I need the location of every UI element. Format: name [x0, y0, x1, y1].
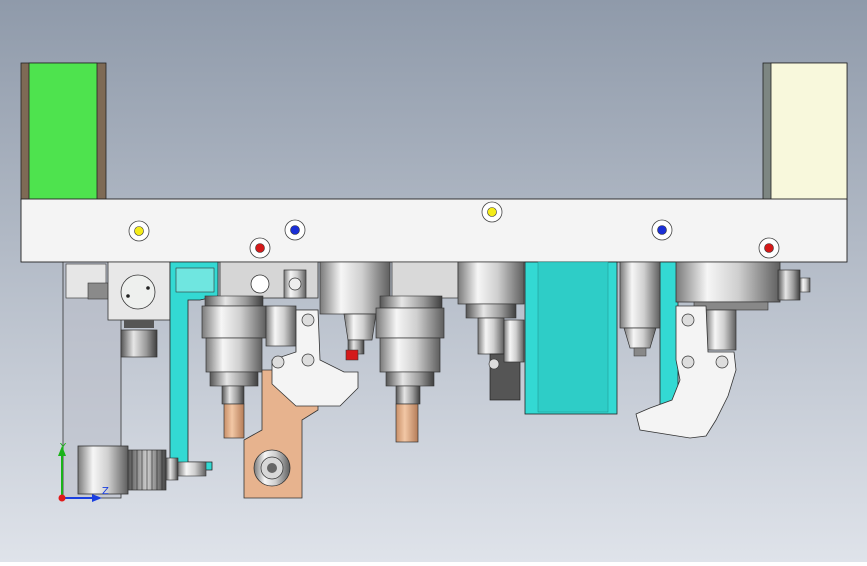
cyan-guide-center[interactable]	[524, 261, 618, 415]
marker-blue	[651, 219, 673, 241]
left-green-block[interactable]	[20, 62, 107, 201]
cad-viewport[interactable]: Y Z	[0, 0, 867, 562]
marker-red	[249, 237, 271, 259]
hex-nut[interactable]	[283, 269, 307, 299]
marker-yellow	[128, 220, 150, 242]
bolt-hole	[250, 274, 270, 294]
triad-x-label: Z	[102, 486, 109, 497]
small-cylinder[interactable]	[265, 305, 297, 347]
marker-red	[758, 237, 780, 259]
triad-y-label: Y	[59, 442, 67, 453]
marker-yellow	[481, 201, 503, 223]
right-cream-block[interactable]	[762, 62, 848, 201]
marker-blue	[284, 219, 306, 241]
cad-model-view[interactable]: Y Z	[0, 0, 867, 562]
